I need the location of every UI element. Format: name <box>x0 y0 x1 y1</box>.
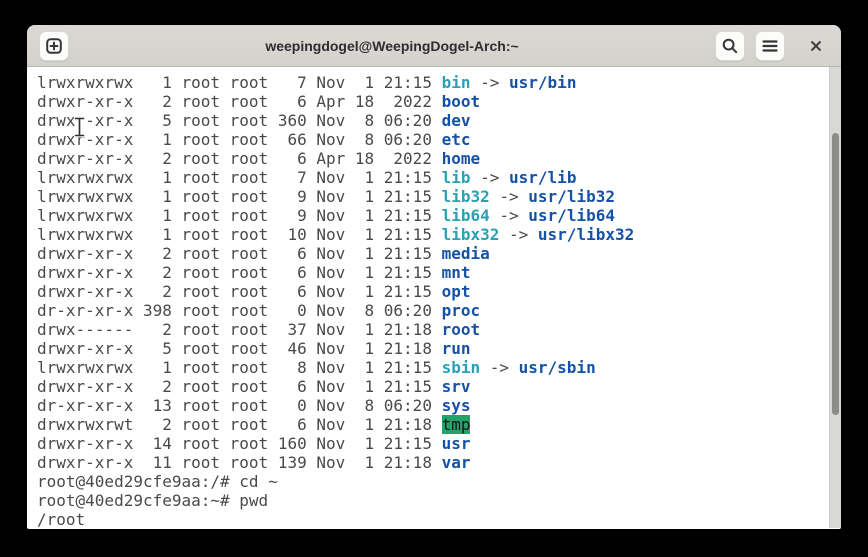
file-name: lib32 <box>442 187 490 206</box>
file-name: media <box>442 244 490 263</box>
file-name: opt <box>442 282 471 301</box>
menu-button[interactable] <box>755 31 785 61</box>
file-name: boot <box>442 92 481 111</box>
file-name: bin <box>442 73 471 92</box>
file-meta: drwxr-xr-x 2 root root 6 Nov 1 21:15 <box>37 282 442 301</box>
file-meta: drwxr-xr-x 2 root root 6 Apr 18 2022 <box>37 149 442 168</box>
terminal-command-line: root@40ed29cfe9aa:~# pwd <box>37 491 829 510</box>
terminal-line: drwxr-xr-x 11 root root 139 Nov 1 21:18 … <box>37 453 829 472</box>
close-x-icon <box>809 38 823 54</box>
file-name: lib <box>442 168 471 187</box>
symlink-target: usr/sbin <box>519 358 596 377</box>
terminal-line: drwxr-xr-x 2 root root 6 Apr 18 2022 hom… <box>37 149 829 168</box>
new-tab-button[interactable] <box>39 31 69 61</box>
terminal-command-line: /root <box>37 510 829 528</box>
terminal-line: drwxr-xr-x 2 root root 6 Apr 18 2022 boo… <box>37 92 829 111</box>
terminal-line: lrwxrwxrwx 1 root root 8 Nov 1 21:15 sbi… <box>37 358 829 377</box>
terminal-line: drwxr-xr-x 2 root root 6 Nov 1 21:15 med… <box>37 244 829 263</box>
file-meta: lrwxrwxrwx 1 root root 7 Nov 1 21:15 <box>37 168 442 187</box>
terminal-line: lrwxrwxrwx 1 root root 9 Nov 1 21:15 lib… <box>37 187 829 206</box>
file-meta: lrwxrwxrwx 1 root root 9 Nov 1 21:15 <box>37 187 442 206</box>
file-name: dev <box>442 111 471 130</box>
desktop-background: weepingdogel@WeepingDogel-Arch:~ <box>0 0 868 557</box>
file-name: run <box>442 339 471 358</box>
file-name: home <box>442 149 481 168</box>
file-meta: drwxr-xr-x 14 root root 160 Nov 1 21:15 <box>37 434 442 453</box>
terminal-line: lrwxrwxrwx 1 root root 7 Nov 1 21:15 lib… <box>37 168 829 187</box>
file-name: mnt <box>442 263 471 282</box>
terminal-window: weepingdogel@WeepingDogel-Arch:~ <box>27 25 841 529</box>
terminal-line: drwxrwxrwt 2 root root 6 Nov 1 21:18 tmp <box>37 415 829 434</box>
symlink-arrow: -> <box>499 225 538 244</box>
symlink-target: usr/bin <box>509 73 576 92</box>
new-tab-icon <box>44 36 64 56</box>
terminal-screen[interactable]: lrwxrwxrwx 1 root root 7 Nov 1 21:15 bin… <box>27 67 829 528</box>
terminal-line: drwxr-xr-x 14 root root 160 Nov 1 21:15 … <box>37 434 829 453</box>
terminal-line: dr-xr-xr-x 13 root root 0 Nov 8 06:20 sy… <box>37 396 829 415</box>
file-meta: dr-xr-xr-x 398 root root 0 Nov 8 06:20 <box>37 301 442 320</box>
symlink-target: usr/lib64 <box>528 206 615 225</box>
terminal-content: lrwxrwxrwx 1 root root 7 Nov 1 21:15 bin… <box>27 67 841 528</box>
symlink-target: usr/libx32 <box>538 225 634 244</box>
file-meta: lrwxrwxrwx 1 root root 10 Nov 1 21:15 <box>37 225 442 244</box>
file-name: sys <box>442 396 471 415</box>
search-icon <box>721 37 739 55</box>
terminal-line: drwxr-xr-x 5 root root 46 Nov 1 21:18 ru… <box>37 339 829 358</box>
file-meta: drwxr-xr-x 5 root root 360 Nov 8 06:20 <box>37 111 442 130</box>
terminal-command-line: root@40ed29cfe9aa:/# cd ~ <box>37 472 829 491</box>
terminal-line: lrwxrwxrwx 1 root root 10 Nov 1 21:15 li… <box>37 225 829 244</box>
file-name: proc <box>442 301 481 320</box>
file-name: usr <box>442 434 471 453</box>
file-name: lib64 <box>442 206 490 225</box>
terminal-line: drwxr-xr-x 5 root root 360 Nov 8 06:20 d… <box>37 111 829 130</box>
file-meta: dr-xr-xr-x 13 root root 0 Nov 8 06:20 <box>37 396 442 415</box>
file-name: libx32 <box>442 225 500 244</box>
file-meta: lrwxrwxrwx 1 root root 7 Nov 1 21:15 <box>37 73 442 92</box>
window-title: weepingdogel@WeepingDogel-Arch:~ <box>69 38 715 54</box>
terminal-line: lrwxrwxrwx 1 root root 7 Nov 1 21:15 bin… <box>37 73 829 92</box>
titlebar-controls <box>715 31 829 61</box>
symlink-arrow: -> <box>470 73 509 92</box>
file-meta: drwxr-xr-x 2 root root 6 Nov 1 21:15 <box>37 244 442 263</box>
symlink-arrow: -> <box>470 168 509 187</box>
file-meta: lrwxrwxrwx 1 root root 9 Nov 1 21:15 <box>37 206 442 225</box>
search-button[interactable] <box>715 31 745 61</box>
file-meta: drwxr-xr-x 2 root root 6 Nov 1 21:15 <box>37 377 442 396</box>
file-meta: drwxr-xr-x 11 root root 139 Nov 1 21:18 <box>37 453 442 472</box>
terminal-line: drwxr-xr-x 2 root root 6 Nov 1 21:15 srv <box>37 377 829 396</box>
scrollbar-thumb[interactable] <box>832 133 839 415</box>
file-name: tmp <box>442 415 471 434</box>
file-meta: drwxrwxrwt 2 root root 6 Nov 1 21:18 <box>37 415 442 434</box>
terminal-line: drwx------ 2 root root 37 Nov 1 21:18 ro… <box>37 320 829 339</box>
symlink-target: usr/lib32 <box>528 187 615 206</box>
titlebar[interactable]: weepingdogel@WeepingDogel-Arch:~ <box>27 25 841 67</box>
terminal-line: drwxr-xr-x 1 root root 66 Nov 8 06:20 et… <box>37 130 829 149</box>
terminal-line: drwxr-xr-x 2 root root 6 Nov 1 21:15 opt <box>37 282 829 301</box>
file-name: etc <box>442 130 471 149</box>
symlink-arrow: -> <box>480 358 519 377</box>
terminal-line: drwxr-xr-x 2 root root 6 Nov 1 21:15 mnt <box>37 263 829 282</box>
terminal-line: dr-xr-xr-x 398 root root 0 Nov 8 06:20 p… <box>37 301 829 320</box>
file-meta: drwxr-xr-x 1 root root 66 Nov 8 06:20 <box>37 130 442 149</box>
hamburger-menu-icon <box>761 37 779 55</box>
symlink-arrow: -> <box>490 187 529 206</box>
file-meta: lrwxrwxrwx 1 root root 8 Nov 1 21:15 <box>37 358 442 377</box>
file-name: sbin <box>442 358 481 377</box>
file-name: root <box>442 320 481 339</box>
symlink-target: usr/lib <box>509 168 576 187</box>
symlink-arrow: -> <box>490 206 529 225</box>
file-meta: drwxr-xr-x 5 root root 46 Nov 1 21:18 <box>37 339 442 358</box>
file-meta: drwxr-xr-x 2 root root 6 Apr 18 2022 <box>37 92 442 111</box>
file-meta: drwx------ 2 root root 37 Nov 1 21:18 <box>37 320 442 339</box>
file-name: srv <box>442 377 471 396</box>
terminal-line: lrwxrwxrwx 1 root root 9 Nov 1 21:15 lib… <box>37 206 829 225</box>
scrollbar-track[interactable] <box>829 67 841 528</box>
file-meta: drwxr-xr-x 2 root root 6 Nov 1 21:15 <box>37 263 442 282</box>
file-name: var <box>442 453 471 472</box>
close-button[interactable] <box>803 33 829 59</box>
